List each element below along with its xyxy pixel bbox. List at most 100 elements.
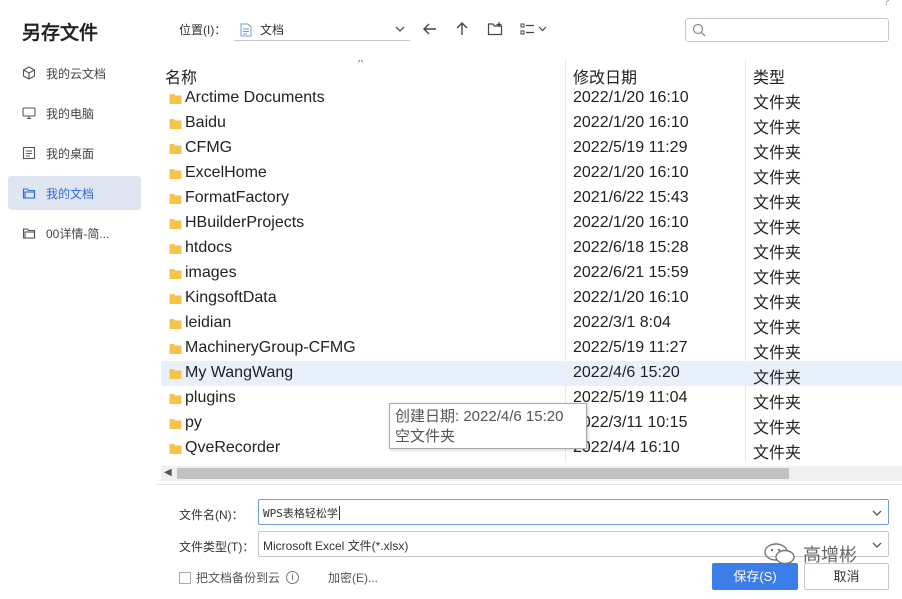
modified-date: 2022/3/1 8:04 [573, 314, 671, 331]
up-button[interactable] [453, 20, 471, 38]
modified-date: 2022/6/18 15:28 [573, 239, 689, 256]
table-row[interactable]: htdocs 2022/6/18 15:28 文件夹 [161, 236, 902, 262]
folder-icon [169, 169, 182, 179]
folder-icon [169, 119, 182, 129]
folder-icon [169, 444, 182, 454]
file-type: 文件夹 [753, 220, 802, 237]
chevron-down-icon [872, 542, 882, 548]
back-button[interactable] [421, 20, 439, 38]
chevron-down-icon[interactable] [872, 508, 882, 518]
save-button[interactable]: 保存(S) [712, 563, 798, 590]
scroll-left-icon[interactable]: ◀ [164, 467, 172, 478]
modified-date: 2022/1/20 16:10 [573, 214, 689, 231]
sidebar-item-label: 我的文档 [46, 186, 95, 201]
file-name: FormatFactory [185, 189, 290, 206]
table-row[interactable]: FormatFactory 2021/6/22 15:43 文件夹 [161, 186, 902, 212]
folder-icon [169, 369, 182, 379]
folder-icon [169, 94, 182, 104]
table-row[interactable]: CFMG 2022/5/19 11:29 文件夹 [161, 136, 902, 162]
document-icon [240, 23, 252, 36]
horizontal-scrollbar[interactable]: ◀ [161, 466, 902, 481]
location-label: 位置(I)： [179, 23, 227, 37]
sidebar-item-my-desktop[interactable]: 我的桌面 [8, 136, 141, 170]
table-row[interactable]: Baidu 2022/1/20 16:10 文件夹 [161, 111, 902, 137]
folder-icon [169, 144, 182, 154]
folder-icon [169, 419, 182, 429]
file-name: htdocs [185, 239, 233, 256]
modified-date: 2022/6/21 15:59 [573, 264, 689, 281]
sidebar-item-my-documents[interactable]: 我的文档 [8, 176, 141, 210]
file-name: HBuilderProjects [185, 214, 305, 231]
sidebar-item-my-computer[interactable]: 我的电脑 [8, 96, 141, 130]
table-row[interactable]: HBuilderProjects 2022/1/20 16:10 文件夹 [161, 211, 902, 237]
backup-checkbox[interactable] [179, 571, 191, 584]
search-input[interactable] [685, 18, 889, 42]
modified-date: 2022/4/6 15:20 [573, 364, 680, 381]
column-header-name[interactable]: 名称 [165, 64, 197, 88]
computer-icon [22, 107, 36, 120]
help-icon[interactable]: ? [883, 0, 890, 8]
arrow-left-icon [423, 23, 436, 35]
list-header: 名称 ^ 修改日期 类型 [161, 60, 902, 88]
tooltip: 创建日期: 2022/4/6 15:20 空文件夹 [389, 403, 587, 449]
sidebar-item-label: 我的桌面 [46, 146, 95, 161]
file-name: My WangWang [185, 364, 294, 381]
sidebar-item-cloud-docs[interactable]: 我的云文档 [8, 56, 141, 90]
table-row[interactable]: Arctime Documents 2022/1/20 16:10 文件夹 [161, 86, 902, 112]
arrow-up-icon [456, 22, 468, 35]
scrollbar-thumb[interactable] [177, 468, 789, 479]
file-name: images [185, 264, 237, 281]
file-type: 文件夹 [753, 445, 802, 462]
documents-icon [22, 188, 36, 199]
file-name: KingsoftData [185, 289, 277, 306]
sidebar-item-label: 我的云文档 [46, 66, 107, 81]
folder-icon [169, 394, 182, 404]
table-row[interactable]: My WangWang 2022/4/6 15:20 文件夹 [161, 361, 902, 387]
file-type: 文件夹 [753, 245, 802, 262]
column-header-date[interactable]: 修改日期 [573, 64, 637, 88]
file-type: 文件夹 [753, 345, 802, 362]
sidebar-item-label: 我的电脑 [46, 106, 95, 121]
sidebar-item-recent-folder[interactable]: 00详情-简... [8, 216, 141, 250]
view-mode-button[interactable] [520, 20, 550, 38]
new-folder-button[interactable] [486, 20, 504, 38]
sidebar-item-label: 00详情-简... [46, 226, 110, 241]
cancel-button[interactable]: 取消 [804, 563, 889, 590]
table-row[interactable]: ExcelHome 2022/1/20 16:10 文件夹 [161, 161, 902, 187]
modified-date: 2021/6/22 15:43 [573, 189, 689, 206]
table-row[interactable]: images 2022/6/21 15:59 文件夹 [161, 261, 902, 287]
filename-input[interactable]: WPS表格轻松学 [258, 499, 889, 525]
wechat-icon [764, 543, 795, 565]
filename-label: 文件名(N)： [179, 508, 244, 522]
watermark-text: 高增彬 [803, 545, 857, 565]
info-icon[interactable]: i [286, 571, 300, 584]
sort-ascending-icon: ^ [358, 60, 364, 69]
encrypt-link[interactable]: 加密(E)... [328, 569, 378, 586]
cloud-doc-icon [22, 66, 36, 80]
column-header-type[interactable]: 类型 [753, 64, 785, 88]
modified-date: 2022/3/11 10:15 [573, 414, 688, 431]
modified-date: 2022/5/19 11:04 [573, 389, 688, 406]
new-folder-icon [487, 22, 503, 36]
table-row[interactable]: KingsoftData 2022/1/20 16:10 文件夹 [161, 286, 902, 312]
folder-icon [169, 319, 182, 329]
folder-icon [22, 228, 36, 239]
file-name: QveRecorder [185, 439, 281, 456]
dialog-title: 另存文件 [22, 23, 99, 44]
file-type: 文件夹 [753, 95, 802, 112]
file-name: Baidu [185, 114, 226, 131]
folder-icon [169, 244, 182, 254]
backup-label: 把文档备份到云 [196, 571, 281, 585]
tooltip-empty-folder: 空文件夹 [395, 428, 456, 445]
location-dropdown[interactable]: 文档 [234, 19, 410, 41]
table-row[interactable]: MachineryGroup-CFMG 2022/5/19 11:27 文件夹 [161, 336, 902, 362]
backup-option[interactable]: 把文档备份到云 i [179, 569, 300, 586]
file-type: 文件夹 [753, 170, 802, 187]
modified-date: 2022/1/20 16:10 [573, 89, 689, 106]
modified-date: 2022/1/20 16:10 [573, 289, 689, 306]
file-name: CFMG [185, 139, 233, 156]
table-row[interactable]: leidian 2022/3/1 8:04 文件夹 [161, 311, 902, 337]
filetype-label: 文件类型(T)： [179, 540, 255, 554]
file-type: 文件夹 [753, 295, 802, 312]
modified-date: 2022/1/20 16:10 [573, 114, 689, 131]
